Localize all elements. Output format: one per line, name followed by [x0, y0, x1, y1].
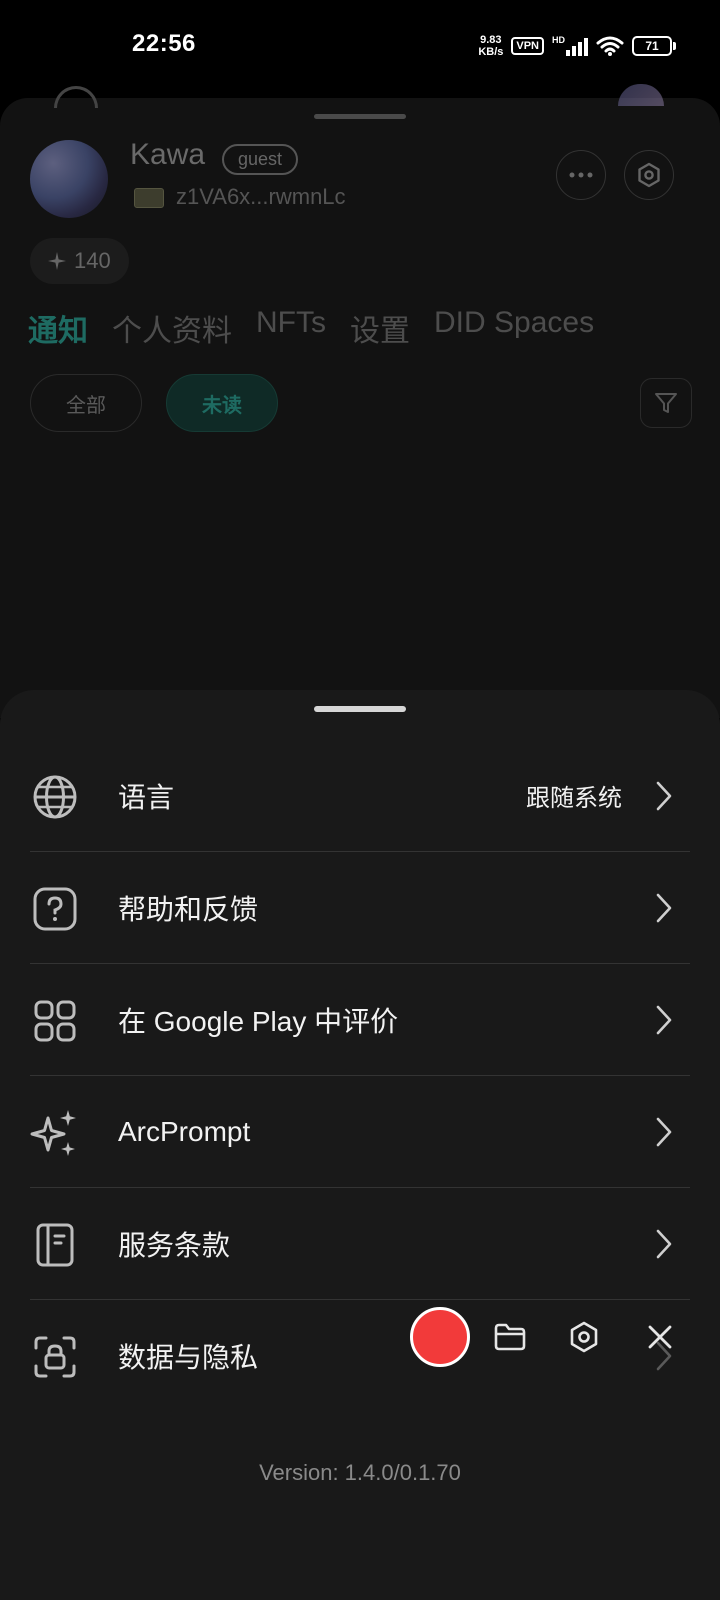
status-bar: 22:56 9.83 KB/s VPN HD 71: [0, 0, 720, 96]
filter-icon: [655, 393, 677, 413]
vpn-icon: VPN: [511, 37, 544, 55]
did-address[interactable]: z1VA6x...rwmnLc: [176, 184, 346, 210]
wifi-icon: [596, 36, 624, 56]
menu-item-rate-google-play[interactable]: 在 Google Play 中评价: [30, 964, 690, 1076]
profile-sheet: Kawa guest z1VA6x...rwmnLc 140 通知 个人资料 N…: [0, 84, 720, 718]
recorder-settings-button[interactable]: [562, 1315, 606, 1359]
network-speed-value: 9.83: [480, 34, 502, 46]
network-speed-unit: KB/s: [478, 46, 504, 58]
tab-nfts[interactable]: NFTs: [256, 306, 326, 350]
chevron-right-icon: [644, 1112, 684, 1152]
chevron-right-icon: [644, 1224, 684, 1264]
record-button[interactable]: [410, 1307, 470, 1367]
menu-item-label: 在 Google Play 中评价: [118, 1005, 399, 1037]
tab-notifications[interactable]: 通知: [28, 306, 88, 350]
tab-settings[interactable]: 设置: [350, 306, 410, 350]
close-icon: [648, 1325, 672, 1349]
settings-sheet: 语言 跟随系统 帮助和反馈 在 Google Play 中评价 ArcPromp…: [0, 690, 720, 1600]
filter-all-chip[interactable]: 全部: [30, 374, 142, 432]
points-value: 140: [74, 248, 111, 273]
menu-item-label: 语言: [118, 781, 175, 813]
more-button[interactable]: [556, 150, 606, 200]
battery-icon: 71: [632, 36, 676, 56]
menu-item-value: 跟随系统: [526, 785, 622, 812]
did-card-icon: [134, 188, 164, 208]
chevron-right-icon: [644, 1000, 684, 1040]
menu-item-label: 帮助和反馈: [118, 893, 259, 925]
tab-profile[interactable]: 个人资料: [112, 306, 232, 350]
menu-item-label: ArcPrompt: [118, 1115, 251, 1147]
avatar[interactable]: [30, 140, 108, 218]
menu-item-arcprompt[interactable]: ArcPrompt: [30, 1076, 690, 1188]
filter-unread-chip[interactable]: 未读: [166, 374, 278, 432]
profile-tabs: 通知 个人资料 NFTs 设置 DID Spaces: [28, 306, 594, 350]
filter-button[interactable]: [640, 378, 692, 428]
gear-icon: [638, 162, 660, 188]
chevron-right-icon: [644, 776, 684, 816]
help-icon: [30, 884, 80, 934]
screen-recorder-toolbar: [406, 1300, 704, 1374]
status-icons: 9.83 KB/s VPN HD 71: [478, 34, 676, 58]
status-time: 22:56: [132, 30, 196, 57]
sparkle-icon: [30, 1108, 80, 1158]
points-badge[interactable]: 140: [30, 238, 129, 284]
battery-level: 71: [632, 36, 672, 56]
more-icon: [569, 172, 593, 178]
folder-icon: [494, 1323, 526, 1351]
menu-item-label: 数据与隐私: [118, 1342, 259, 1373]
signal-icon: HD: [552, 36, 588, 56]
folder-button[interactable]: [488, 1315, 532, 1359]
username: Kawa: [130, 138, 206, 171]
chevron-right-icon: [644, 888, 684, 928]
lock-scan-icon: [30, 1332, 80, 1382]
gear-icon: [570, 1321, 598, 1353]
settings-button[interactable]: [624, 150, 674, 200]
app-version: Version: 1.4.0/0.1.70: [259, 1460, 461, 1485]
menu-item-terms-of-service[interactable]: 服务条款: [30, 1188, 690, 1300]
book-icon: [30, 1220, 80, 1270]
network-speed: 9.83 KB/s: [478, 34, 503, 58]
role-badge: guest: [222, 144, 299, 175]
menu-item-language[interactable]: 语言 跟随系统: [30, 740, 690, 852]
menu-item-help-feedback[interactable]: 帮助和反馈: [30, 852, 690, 964]
sheet-handle[interactable]: [314, 706, 406, 712]
menu-item-label: 服务条款: [118, 1229, 231, 1261]
apps-grid-icon: [30, 996, 80, 1046]
tab-did-spaces[interactable]: DID Spaces: [434, 306, 594, 350]
sparkle-icon: [48, 252, 66, 270]
profile-sheet-handle: [314, 114, 406, 119]
network-type: HD: [552, 35, 565, 45]
recorder-close-button[interactable]: [638, 1315, 682, 1359]
globe-icon: [30, 772, 80, 822]
